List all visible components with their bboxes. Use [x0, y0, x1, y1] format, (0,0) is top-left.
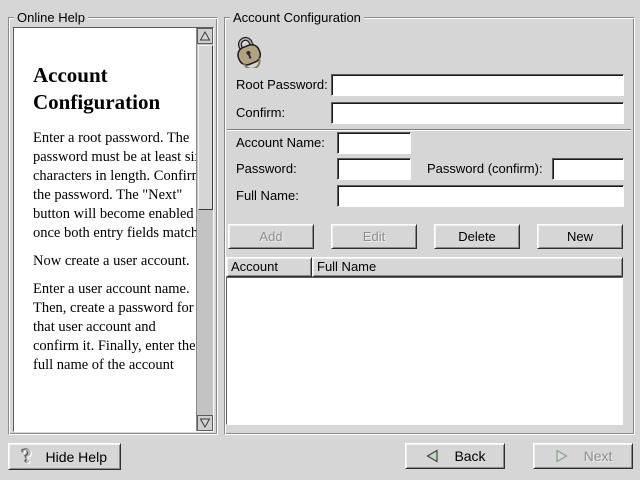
account-name-input[interactable] — [337, 132, 411, 154]
hide-help-label: Hide Help — [46, 449, 107, 465]
section-separator — [227, 129, 631, 131]
help-scrollbar[interactable] — [196, 28, 213, 431]
account-name-label: Account Name: — [236, 132, 325, 154]
new-button[interactable]: New — [537, 224, 623, 249]
scroll-up-button[interactable] — [197, 28, 213, 44]
full-name-input[interactable] — [337, 185, 624, 207]
arrow-left-icon — [424, 448, 440, 464]
next-label: Next — [584, 448, 613, 464]
delete-button[interactable]: Delete — [434, 224, 520, 249]
root-password-input[interactable] — [331, 74, 624, 96]
root-password-label: Root Password: — [236, 74, 328, 96]
back-label: Back — [454, 448, 485, 464]
scrollbar-thumb[interactable] — [198, 45, 213, 210]
padlock-icon — [231, 30, 265, 68]
arrow-right-icon — [554, 448, 570, 464]
password-confirm-input[interactable] — [552, 158, 624, 180]
arrow-up-icon — [198, 29, 212, 43]
help-paragraph: Enter a root password. The password must… — [33, 129, 196, 243]
column-header-account-name[interactable]: Account Name — [226, 257, 312, 277]
edit-button[interactable]: Edit — [331, 224, 417, 249]
help-viewer: Account Configuration Enter a root passw… — [13, 27, 214, 432]
help-title: Account Configuration — [33, 62, 183, 116]
column-header-full-name[interactable]: Full Name — [312, 257, 623, 277]
account-configuration-frame-label: Account Configuration — [230, 10, 364, 25]
full-name-label: Full Name: — [236, 185, 299, 207]
user-list-body[interactable] — [226, 277, 623, 425]
help-paragraph: Enter a user account name. Then, create … — [33, 280, 196, 375]
help-paragraph: Now create a user account. — [33, 252, 196, 271]
confirm-password-input[interactable] — [331, 102, 624, 124]
hide-help-button[interactable]: ? Hide Help — [8, 443, 121, 470]
add-button[interactable]: Add — [228, 224, 314, 249]
arrow-down-icon — [198, 416, 212, 430]
online-help-frame-label: Online Help — [14, 10, 88, 25]
back-button[interactable]: Back — [405, 443, 505, 469]
online-help-frame: Online Help Account Configuration Enter … — [8, 17, 218, 435]
password-label: Password: — [236, 158, 297, 180]
installer-window: Online Help Account Configuration Enter … — [0, 0, 640, 480]
next-button[interactable]: Next — [533, 443, 633, 469]
scroll-down-button[interactable] — [197, 415, 213, 431]
help-text: Account Configuration Enter a root passw… — [14, 28, 196, 431]
password-input[interactable] — [337, 158, 411, 180]
question-mark-icon: ? — [21, 445, 34, 467]
confirm-label: Confirm: — [236, 102, 285, 124]
password-confirm-label: Password (confirm): — [427, 158, 543, 180]
